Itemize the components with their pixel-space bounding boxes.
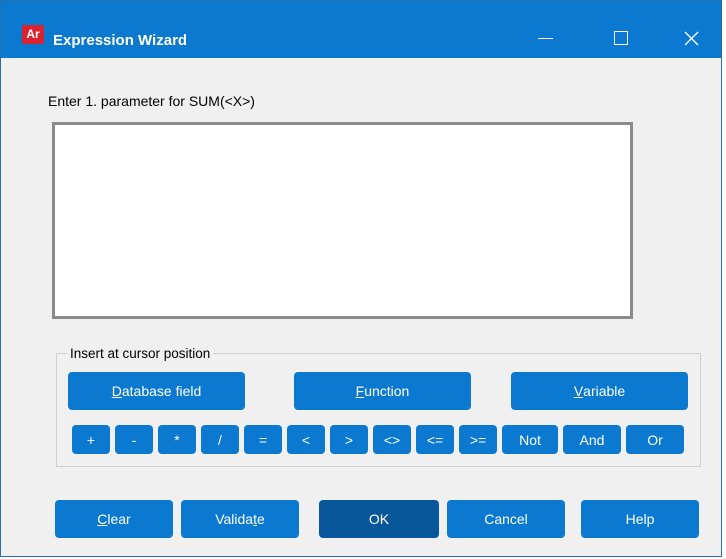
help-button[interactable]: Help bbox=[581, 500, 699, 538]
function-button[interactable]: Function bbox=[294, 372, 471, 410]
app-icon: Ar bbox=[22, 25, 44, 44]
cancel-button[interactable]: Cancel bbox=[447, 500, 565, 538]
expression-input[interactable] bbox=[52, 122, 633, 319]
minimize-icon bbox=[537, 37, 553, 39]
operator-less-equal-button[interactable]: <= bbox=[416, 425, 454, 454]
operator-less-than-button[interactable]: < bbox=[287, 425, 325, 454]
operator-greater-than-button[interactable]: > bbox=[330, 425, 368, 454]
window-title: Expression Wizard bbox=[53, 32, 188, 49]
minimize-button[interactable] bbox=[523, 21, 567, 55]
operator-plus-button[interactable]: + bbox=[72, 425, 110, 454]
operator-and-button[interactable]: And bbox=[563, 425, 621, 454]
clear-button[interactable]: Clear bbox=[55, 500, 173, 538]
operator-not-button[interactable]: Not bbox=[502, 425, 558, 454]
expression-wizard-window: Ar Expression Wizard Enter 1. parameter … bbox=[0, 0, 722, 557]
maximize-icon bbox=[614, 31, 628, 45]
maximize-button[interactable] bbox=[599, 21, 643, 55]
operator-not-equal-button[interactable]: <> bbox=[373, 425, 411, 454]
title-bar: Ar Expression Wizard bbox=[1, 1, 721, 58]
close-icon bbox=[684, 31, 698, 45]
operator-divide-button[interactable]: / bbox=[201, 425, 239, 454]
close-button[interactable] bbox=[669, 21, 713, 55]
ok-button[interactable]: OK bbox=[319, 500, 439, 538]
operator-or-button[interactable]: Or bbox=[626, 425, 684, 454]
operator-multiply-button[interactable]: * bbox=[158, 425, 196, 454]
operator-greater-equal-button[interactable]: >= bbox=[459, 425, 497, 454]
validate-button[interactable]: Valida t e bbox=[181, 500, 299, 538]
operator-equals-button[interactable]: = bbox=[244, 425, 282, 454]
database-field-button[interactable]: Database field bbox=[68, 372, 245, 410]
insert-group-label: Insert at cursor position bbox=[67, 346, 214, 361]
operator-minus-button[interactable]: - bbox=[115, 425, 153, 454]
variable-button[interactable]: Variable bbox=[511, 372, 688, 410]
parameter-prompt: Enter 1. parameter for SUM(<X>) bbox=[48, 93, 255, 109]
